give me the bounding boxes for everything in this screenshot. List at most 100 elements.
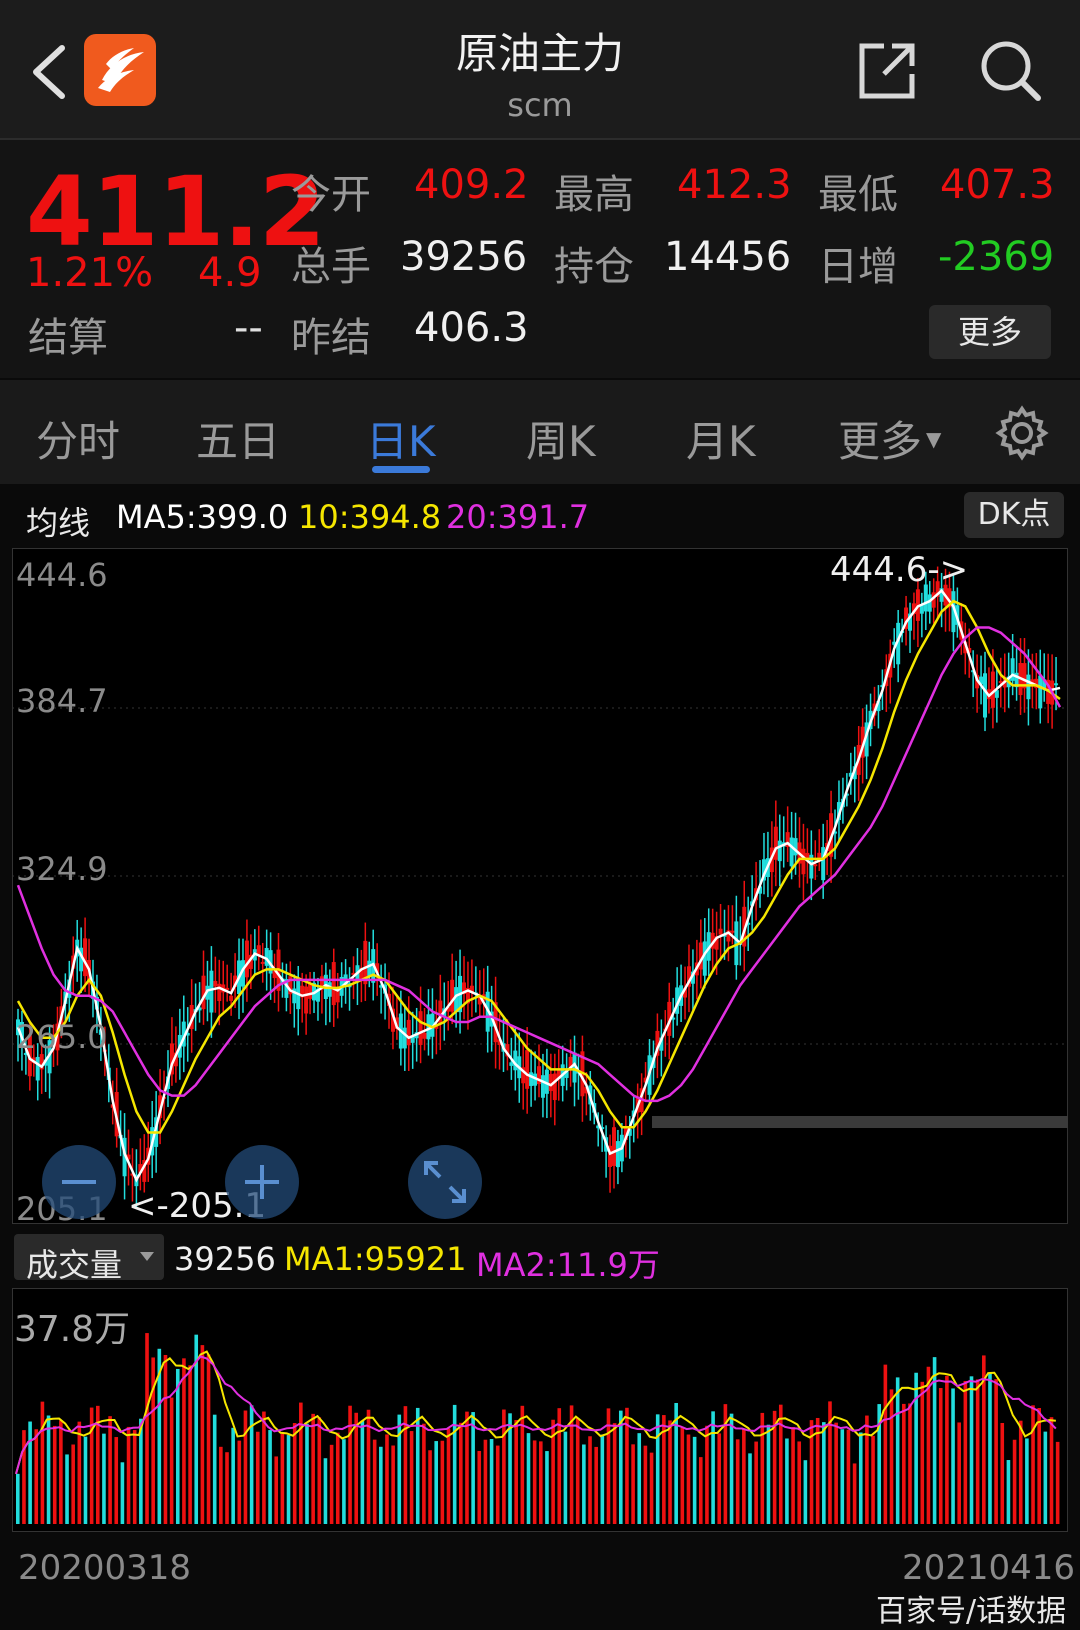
- volume-bar: [1031, 1405, 1035, 1524]
- search-icon[interactable]: [978, 38, 1044, 104]
- volume-bar: [686, 1434, 691, 1524]
- start-date: 20200318: [18, 1548, 192, 1588]
- open-label: 今开: [291, 172, 371, 218]
- volume-bar: [822, 1422, 826, 1524]
- y-label-3: 324.9: [16, 850, 108, 888]
- volume-bar: [766, 1424, 771, 1524]
- volume-bar: [742, 1429, 746, 1524]
- candle-body: [529, 1072, 534, 1086]
- share-icon[interactable]: [856, 40, 918, 102]
- volume-bar: [145, 1333, 149, 1524]
- volume-bar: [262, 1411, 266, 1524]
- candlestick-chart[interactable]: [12, 548, 1068, 1224]
- volume-bar: [212, 1414, 217, 1524]
- volume-bar: [71, 1444, 75, 1524]
- prev-settle-label: 昨结: [291, 315, 371, 361]
- candle-body: [1038, 675, 1043, 709]
- candle-body: [450, 979, 455, 1012]
- volume-bar: [791, 1427, 795, 1524]
- volume-bar: [883, 1364, 888, 1524]
- plus-icon: [245, 1165, 279, 1199]
- volume-bar: [489, 1439, 494, 1524]
- volume-bar: [16, 1473, 20, 1524]
- volume-bar: [711, 1411, 715, 1524]
- volume-bar: [28, 1421, 32, 1524]
- volume-bar: [834, 1422, 838, 1524]
- volume-bar: [637, 1433, 642, 1524]
- ma-label: 均线: [26, 504, 91, 542]
- volume-bar: [969, 1376, 974, 1524]
- candle-body: [327, 982, 332, 997]
- open-interest-value: 14456: [664, 234, 792, 280]
- volume-bar: [108, 1416, 112, 1524]
- daily-increase-label: 日增: [818, 244, 898, 290]
- candle-body: [422, 1032, 427, 1039]
- volume-bar: [1049, 1417, 1054, 1524]
- dk-band: [652, 1116, 1068, 1128]
- volume-bar: [452, 1404, 457, 1524]
- candle-body: [406, 1019, 411, 1046]
- tab-monthly-k[interactable]: 月K: [686, 408, 756, 469]
- volume-bar: [532, 1440, 537, 1524]
- volume-bar: [914, 1372, 918, 1524]
- volume-bar: [225, 1452, 229, 1524]
- volume-bar: [680, 1427, 685, 1524]
- volume-bar: [1018, 1420, 1023, 1524]
- volume-bar: [335, 1432, 340, 1524]
- volume-current: 39256: [174, 1240, 276, 1278]
- volume-bar: [938, 1388, 943, 1524]
- volume-bar: [77, 1421, 82, 1524]
- candle-body: [35, 1056, 40, 1081]
- volume-bar: [785, 1438, 789, 1524]
- candle-body: [777, 840, 782, 862]
- volume-bar: [102, 1433, 106, 1524]
- volume-bar: [114, 1437, 119, 1524]
- zoom-in-button[interactable]: [225, 1145, 299, 1219]
- volume-bar: [342, 1439, 346, 1524]
- daily-increase-value: -2369: [938, 234, 1055, 280]
- tab-daily-k[interactable]: 日K: [366, 408, 436, 469]
- tab-intraday[interactable]: 分时: [36, 408, 120, 469]
- tab-weekly-k[interactable]: 周K: [526, 408, 596, 469]
- volume-bar: [514, 1419, 518, 1524]
- volume-bar: [1055, 1441, 1060, 1524]
- volume-bar: [920, 1381, 925, 1524]
- volume-bar: [206, 1354, 211, 1524]
- volume-bar: [446, 1428, 451, 1524]
- candle-body: [813, 864, 818, 867]
- volume-bar: [465, 1411, 469, 1524]
- volume-bar: [840, 1429, 845, 1524]
- volume-bar: [846, 1429, 851, 1524]
- candle-body: [229, 995, 234, 1001]
- gear-icon[interactable]: [994, 405, 1050, 461]
- volume-bar: [612, 1423, 617, 1524]
- more-quote-button[interactable]: 更多: [929, 305, 1051, 359]
- candle-body: [83, 938, 88, 977]
- dk-point-button[interactable]: DK点: [964, 492, 1064, 538]
- zoom-out-button[interactable]: [42, 1145, 116, 1219]
- tab-more[interactable]: 更多 ▼: [838, 408, 941, 469]
- candle-body: [217, 983, 222, 1002]
- fullscreen-button[interactable]: [408, 1145, 482, 1219]
- volume-chart[interactable]: [12, 1288, 1068, 1532]
- volume-bar: [237, 1440, 242, 1524]
- volume-bar: [895, 1377, 900, 1524]
- volume-bar: [65, 1454, 69, 1524]
- tab-more-label: 更多: [838, 417, 923, 466]
- candle-body: [418, 1011, 423, 1045]
- candle-body: [730, 930, 735, 933]
- volume-bar: [428, 1450, 432, 1524]
- candle-body: [552, 1073, 557, 1101]
- volume-bar: [908, 1403, 912, 1524]
- candle-body: [773, 826, 778, 860]
- high-label: 最高: [554, 172, 634, 218]
- volume-bar: [219, 1446, 223, 1524]
- volume-bar: [292, 1423, 297, 1524]
- volume-bar: [40, 1401, 45, 1524]
- volume-bar: [649, 1452, 654, 1524]
- tab-five-day[interactable]: 五日: [196, 408, 280, 469]
- volume-ma1: MA1:95921: [284, 1240, 467, 1278]
- volume-bar: [483, 1439, 488, 1524]
- volume-bar: [600, 1434, 605, 1524]
- expand-icon: [424, 1161, 466, 1203]
